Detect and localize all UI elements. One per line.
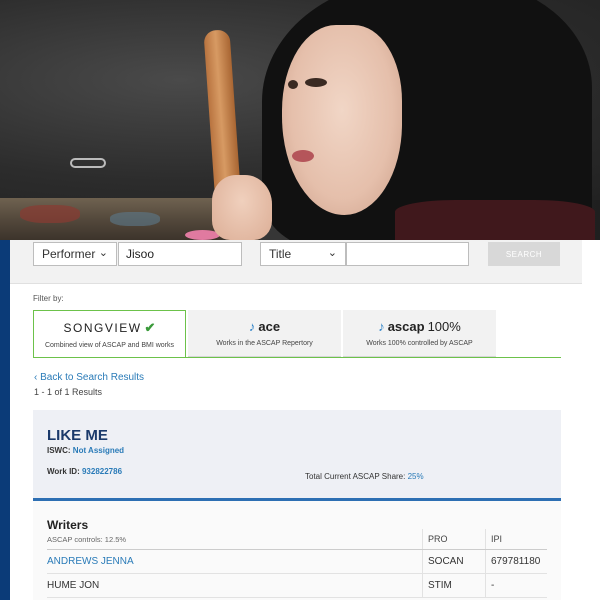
ascap100-logo-text: ascap xyxy=(387,319,425,334)
songview-logo: SONGVIEW ✔ xyxy=(34,320,185,336)
column-divider xyxy=(485,529,486,549)
writer-ipi: - xyxy=(491,580,495,591)
column-header-pro: PRO xyxy=(428,534,448,544)
table-row: ANDREWS JENNA SOCAN 679781180 xyxy=(47,550,547,574)
music-note-icon: ♪ xyxy=(378,319,385,334)
ascap100-logo-suffix: 100% xyxy=(427,319,461,334)
photo-person-eye xyxy=(305,78,327,87)
column-divider xyxy=(485,574,486,598)
tab-songview[interactable]: SONGVIEW ✔ Combined view of ASCAP and BM… xyxy=(33,310,186,357)
back-to-results-label: Back to Search Results xyxy=(40,372,145,383)
search-query-value: Jisoo xyxy=(126,247,155,261)
back-to-results-link[interactable]: ‹ Back to Search Results xyxy=(34,372,144,383)
tab-ace[interactable]: ♪ ace Works in the ASCAP Repertory xyxy=(188,310,341,357)
column-divider xyxy=(422,550,423,574)
chevron-left-icon: ‹ xyxy=(34,372,38,383)
iswc-label: ISWC: xyxy=(47,446,71,455)
search-type-select[interactable]: Title ⌄ xyxy=(260,242,346,266)
check-icon: ✔ xyxy=(144,320,156,335)
search-secondary-input[interactable] xyxy=(346,242,469,266)
writer-pro: SOCAN xyxy=(428,556,464,567)
ascap-share-value: 25% xyxy=(407,472,424,481)
chevron-down-icon: ⌄ xyxy=(327,247,337,259)
writer-ipi: 679781180 xyxy=(491,556,541,567)
filter-by-label: Filter by: xyxy=(33,294,64,303)
search-type-select-value: Title xyxy=(269,247,292,261)
photo-person-shoulder xyxy=(395,200,595,240)
music-note-icon: ♪ xyxy=(248,319,256,334)
iswc-value: Not Assigned xyxy=(72,446,125,455)
chevron-down-icon: ⌄ xyxy=(98,247,108,259)
work-iswc: ISWC: Not Assigned xyxy=(47,446,124,455)
filter-tabs: SONGVIEW ✔ Combined view of ASCAP and BM… xyxy=(33,310,561,357)
ace-logo: ♪ ace xyxy=(188,319,341,334)
search-button[interactable]: SEARCH xyxy=(488,242,560,266)
filter-tabs-underline xyxy=(33,357,561,358)
brand-sidebar-strip xyxy=(0,240,10,600)
work-card: LIKE ME ISWC: Not Assigned Work ID: 9328… xyxy=(33,410,561,500)
photo-person-hand xyxy=(212,175,272,240)
column-divider xyxy=(422,529,423,549)
writers-section: Writers ASCAP controls: 12.5% PRO IPI AN… xyxy=(33,501,561,600)
work-id-label: Work ID: xyxy=(47,467,80,476)
work-title: LIKE ME xyxy=(47,427,108,444)
ace-logo-text: ace xyxy=(258,319,281,334)
writer-pro: STIM xyxy=(428,580,452,591)
photo-paint-stain xyxy=(20,205,80,223)
tab-ace-description: Works in the ASCAP Repertory xyxy=(216,340,313,347)
ascap-share-label: Total Current ASCAP Share: xyxy=(305,472,406,481)
songview-logo-text: SONGVIEW xyxy=(63,321,142,335)
writers-heading: Writers xyxy=(47,518,89,532)
photo-person-lips xyxy=(292,150,314,162)
ascap-search-page: Performer ⌄ Jisoo Title ⌄ SEARCH Filter … xyxy=(0,240,600,600)
tab-ascap100-description: Works 100% controlled by ASCAP xyxy=(366,340,473,347)
writer-name: HUME JON xyxy=(47,580,100,591)
column-header-ipi: IPI xyxy=(491,534,503,544)
photo-person-face xyxy=(282,25,402,215)
search-query-input[interactable]: Jisoo xyxy=(118,242,242,266)
tab-ascap100[interactable]: ♪ ascap 100% Works 100% controlled by ASC… xyxy=(343,310,496,357)
column-divider xyxy=(422,574,423,598)
work-id: Work ID: 932822786 xyxy=(47,467,122,476)
ascap-controls: ASCAP controls: 12.5% xyxy=(47,535,127,544)
photo-hook xyxy=(70,158,106,168)
search-field-select-value: Performer xyxy=(42,247,96,261)
photo-paint-stain xyxy=(110,212,160,226)
results-count: 1 - 1 of 1 Results xyxy=(34,387,103,397)
photo-person-eye xyxy=(288,80,298,89)
search-field-select[interactable]: Performer ⌄ xyxy=(33,242,117,266)
hero-photo xyxy=(0,0,600,240)
column-divider xyxy=(485,550,486,574)
table-row: HUME JON STIM - xyxy=(47,574,547,598)
writer-name-link[interactable]: ANDREWS JENNA xyxy=(47,556,134,567)
ascap100-logo: ♪ ascap 100% xyxy=(343,319,496,334)
search-bar: Performer ⌄ Jisoo Title ⌄ SEARCH xyxy=(10,240,582,284)
ascap-share: Total Current ASCAP Share: 25% xyxy=(305,472,424,481)
tab-songview-description: Combined view of ASCAP and BMI works xyxy=(44,342,175,349)
work-id-value[interactable]: 932822786 xyxy=(82,467,122,476)
